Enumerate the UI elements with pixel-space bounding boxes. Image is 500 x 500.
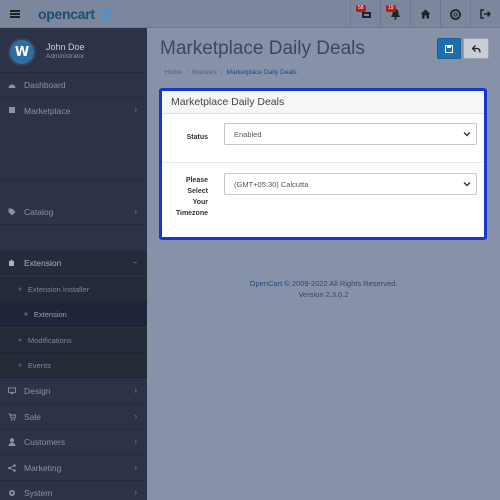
footer-version: Version 2.3.0.2 [298, 290, 349, 299]
sidebar-subitem-extension[interactable]: » Extension [0, 302, 147, 327]
panel-heading: Marketplace Daily Deals [162, 91, 484, 114]
footer-copyright: OpenCart © 2009-2022 All Rights Reserved… [249, 279, 398, 288]
reply-icon [471, 44, 481, 53]
double-chevron-icon: » [18, 361, 22, 369]
chevron-right-icon: › [134, 463, 137, 472]
chevron-right-icon: › [134, 386, 137, 395]
sidebar-item-customers[interactable]: Customers › [0, 430, 147, 455]
puzzle-piece-icon [8, 259, 16, 267]
help-button[interactable] [440, 0, 470, 28]
save-icon [445, 44, 453, 53]
sidebar-item-sale[interactable]: Sale › [0, 405, 147, 430]
life-ring-icon [450, 8, 461, 20]
sidebar-item-marketing[interactable]: Marketing › [0, 456, 147, 481]
orders-badge: 58 [356, 5, 366, 12]
breadcrumb: Home / Modules / Marketplace Daily Deals [165, 69, 297, 76]
timezone-select-value: (GMT+05:30) Calcutta [234, 179, 309, 189]
chevron-down-icon [463, 130, 471, 140]
user-icon [8, 438, 16, 446]
user-role: Administrator [46, 53, 85, 60]
sidebar-item-system[interactable]: System › [0, 481, 147, 500]
opencart-link[interactable]: OpenCart [250, 279, 283, 288]
menu-toggle-button[interactable] [0, 0, 30, 28]
opencart-logo[interactable]: opencart [38, 5, 115, 23]
sign-out-icon [480, 9, 491, 19]
gear-icon [8, 489, 16, 497]
timezone-label: Please Select Your Timezone [175, 177, 208, 217]
cart-icon [8, 413, 16, 421]
home-icon [420, 9, 431, 19]
breadcrumb-modules[interactable]: Modules [192, 69, 217, 76]
dashboard-icon [8, 82, 16, 89]
chevron-down-icon: › [131, 261, 141, 264]
home-button[interactable] [410, 0, 440, 28]
breadcrumb-home[interactable]: Home [165, 69, 182, 76]
sidebar-item-extension[interactable]: Extension › [0, 251, 147, 276]
double-chevron-icon: » [18, 336, 22, 344]
tag-icon [8, 208, 16, 216]
chevron-down-icon [463, 180, 471, 190]
monitor-icon [8, 387, 16, 395]
puzzle-icon [8, 106, 16, 114]
share-icon [8, 464, 16, 472]
logout-button[interactable] [470, 0, 500, 28]
chevron-right-icon: › [134, 207, 137, 216]
hamburger-icon [10, 10, 20, 18]
chevron-right-icon: › [134, 437, 137, 446]
main-content: Marketplace Daily Deals Home / Modules /… [147, 28, 500, 500]
sidebar-item-catalog[interactable]: Catalog › [0, 200, 147, 225]
double-chevron-icon: » [24, 310, 28, 318]
chevron-right-icon: › [134, 412, 137, 421]
breadcrumb-current[interactable]: Marketplace Daily Deals [227, 69, 297, 76]
status-row: Status Enabled [162, 123, 484, 163]
timezone-select[interactable]: (GMT+05:30) Calcutta [224, 173, 477, 195]
breadcrumb-separator: / [186, 69, 189, 76]
user-name: John Doe [46, 42, 85, 52]
chevron-right-icon: › [134, 105, 137, 114]
sidebar-subitem-events[interactable]: » Events [0, 353, 147, 378]
avatar[interactable]: W [8, 38, 36, 66]
timezone-row: Please Select Your Timezone (GMT+05:30) … [162, 171, 484, 231]
orders-alert-button[interactable]: 58 [350, 0, 380, 28]
back-button[interactable] [463, 38, 489, 59]
top-header: opencart 58 19 [0, 0, 500, 28]
status-select[interactable]: Enabled [224, 123, 477, 145]
chevron-right-icon: › [134, 488, 137, 497]
status-label: Status [186, 134, 208, 141]
page-title: Marketplace Daily Deals [160, 38, 365, 59]
sidebar-subitem-modifications[interactable]: » Modifications [0, 328, 147, 353]
notifications-button[interactable]: 19 [380, 0, 410, 28]
breadcrumb-separator: / [220, 69, 223, 76]
logo-cart-icon [97, 9, 115, 21]
notifications-badge: 19 [386, 5, 396, 12]
status-select-value: Enabled [234, 129, 262, 139]
sidebar-item-marketplace[interactable]: Marketplace › [0, 98, 147, 181]
double-chevron-icon: » [18, 285, 22, 293]
settings-panel: Marketplace Daily Deals Status Enabled P… [159, 88, 487, 240]
save-button[interactable] [437, 38, 461, 59]
sidebar-subitem-extension-installer[interactable]: » Extension Installer [0, 277, 147, 302]
sidebar-item-dashboard[interactable]: Dashboard [0, 73, 147, 98]
sidebar-item-design[interactable]: Design › [0, 379, 147, 404]
sidebar: W John Doe Administrator Dashboard Marke… [0, 28, 147, 500]
user-profile[interactable]: W John Doe Administrator [0, 28, 147, 73]
